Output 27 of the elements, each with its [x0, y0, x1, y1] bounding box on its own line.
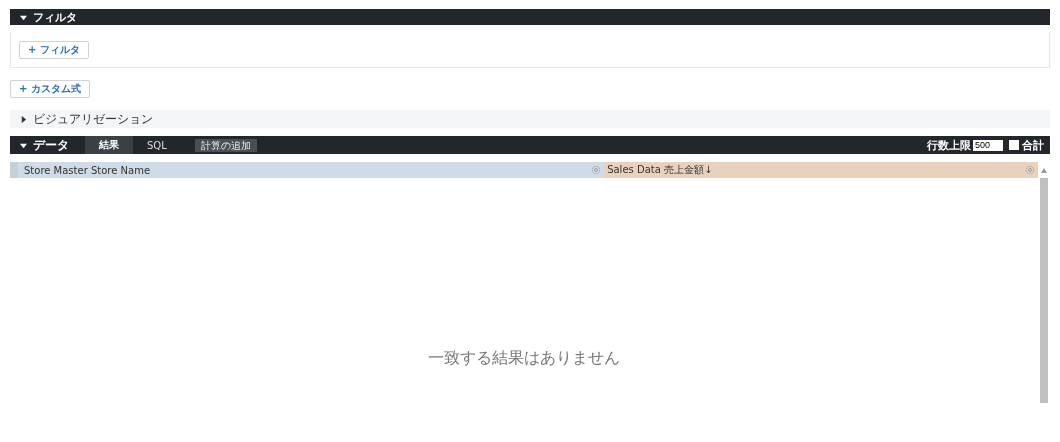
section-title: データ [33, 136, 70, 154]
section-title: フィルタ [33, 9, 77, 25]
custom-expression-button[interactable]: + カスタム式 [10, 80, 90, 98]
column-label: Store Master Store Name [24, 164, 151, 176]
column-header[interactable]: Store Master Store Name [10, 162, 605, 178]
total-label: 合計 [1022, 137, 1044, 153]
filter-section-header[interactable]: フィルタ [10, 9, 1050, 25]
settings-icon[interactable] [591, 165, 602, 175]
scroll-up-icon[interactable] [1041, 167, 1048, 173]
caret-icon [20, 115, 27, 123]
tab[interactable]: 結果 [85, 136, 133, 154]
column-header[interactable]: Sales Data 売上金額↓ [604, 162, 1039, 178]
column-label: Sales Data 売上金額↓ [607, 163, 713, 177]
row-selector-header[interactable] [10, 162, 18, 178]
total-checkbox[interactable] [1009, 140, 1019, 150]
row-limit-field[interactable]: 500 [973, 139, 1003, 151]
empty-message: 一致する結果はありません [427, 347, 621, 369]
row-limit-label: 行数上限 [927, 137, 971, 153]
caret-icon [20, 13, 27, 21]
tab[interactable]: SQL [133, 136, 181, 154]
settings-icon[interactable] [1025, 165, 1036, 175]
add-filter-button[interactable]: + フィルタ [19, 40, 89, 59]
caret-icon[interactable] [20, 141, 27, 149]
scrollbar[interactable] [1040, 178, 1048, 403]
section-title: ビジュアリゼーション [33, 110, 153, 128]
visualization-section-header[interactable]: ビジュアリゼーション [10, 110, 1050, 128]
add-calculation-button[interactable]: 計算の追加 [194, 138, 257, 152]
